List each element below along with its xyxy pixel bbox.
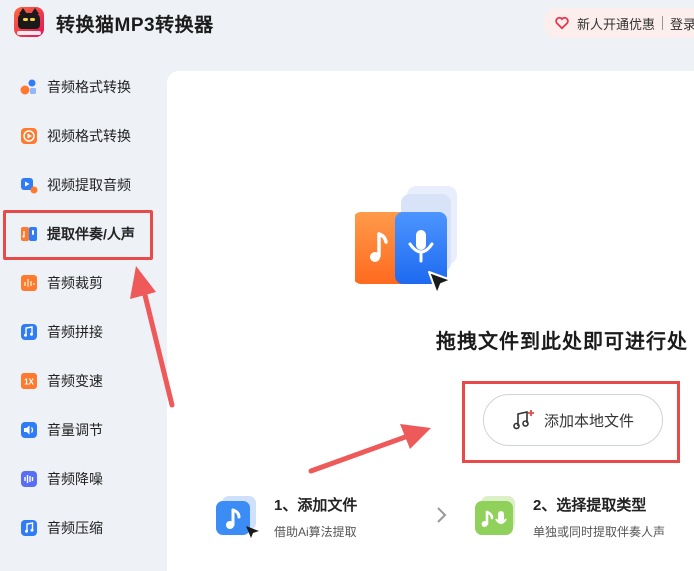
sidebar-item-label: 视频格式转换 xyxy=(47,128,131,144)
audio-merge-icon xyxy=(20,323,38,341)
sidebar-item-video-extract-audio[interactable]: 视频提取音频 xyxy=(0,165,160,205)
drop-zone-hint: 拖拽文件到此处即可进行处 xyxy=(436,331,688,353)
extract-vocal-illustration-icon xyxy=(355,186,457,295)
add-local-file-label: 添加本地文件 xyxy=(543,412,634,430)
sidebar-item-audio-compress[interactable]: 音频压缩 xyxy=(0,508,160,548)
volume-icon xyxy=(20,421,38,439)
chevron-right-icon xyxy=(437,507,447,523)
sidebar-item-label: 音量调节 xyxy=(47,422,103,438)
denoise-icon xyxy=(20,470,38,488)
sidebar-item-volume[interactable]: 音量调节 xyxy=(0,410,160,450)
sidebar-item-audio-format[interactable]: 音频格式转换 xyxy=(0,67,160,107)
audio-compress-icon xyxy=(20,519,38,537)
step-select-type: 2、选择提取类型 单独或同时提取伴奏人声 xyxy=(473,490,694,546)
audio-speed-icon: 1X xyxy=(20,372,38,390)
step-description: 借助Ai算法提取 xyxy=(274,525,357,539)
audio-format-icon xyxy=(20,78,38,96)
speed-badge-text: 1X xyxy=(24,378,34,387)
add-local-file-button[interactable]: 添加本地文件 xyxy=(483,394,663,446)
heart-icon xyxy=(555,16,569,30)
sidebar-item-label: 音频压缩 xyxy=(47,520,103,536)
sidebar-item-audio-cut[interactable]: 音频裁剪 xyxy=(0,263,160,303)
sidebar-item-label: 音频拼接 xyxy=(47,324,103,340)
sidebar-item-audio-speed[interactable]: 1X 音频变速 xyxy=(0,361,160,401)
step-title: 2、选择提取类型 xyxy=(533,497,647,514)
sidebar-item-audio-merge[interactable]: 音频拼接 xyxy=(0,312,160,352)
sidebar-item-label: 音频裁剪 xyxy=(47,275,103,291)
select-type-step-icon xyxy=(475,496,515,535)
title-bar: 转换猫MP3转换器 新人开通优惠 登录/ xyxy=(0,0,694,50)
video-format-icon xyxy=(20,127,38,145)
audio-cut-icon xyxy=(20,274,38,292)
promo-divider xyxy=(662,16,664,30)
sidebar-item-label: 视频提取音频 xyxy=(47,177,131,193)
login-link[interactable]: 登录/ xyxy=(670,14,694,33)
app-title: 转换猫MP3转换器 xyxy=(56,15,214,36)
step-title: 1、添加文件 xyxy=(274,497,358,514)
promo-offer-link[interactable]: 新人开通优惠 xyxy=(577,14,655,33)
video-extract-audio-icon xyxy=(20,176,38,194)
active-item-highlight xyxy=(3,210,153,260)
add-music-icon xyxy=(513,410,534,430)
step-description: 单独或同时提取伴奏人声 xyxy=(533,525,666,539)
promo-banner[interactable]: 新人开通优惠 登录/ xyxy=(543,8,694,38)
add-file-step-icon xyxy=(216,496,259,538)
sidebar-item-label: 音频降噪 xyxy=(47,471,103,487)
app-logo-icon xyxy=(14,7,44,37)
sidebar-item-video-format[interactable]: 视频格式转换 xyxy=(0,116,160,156)
sidebar-item-denoise[interactable]: 音频降噪 xyxy=(0,459,160,499)
sidebar-item-label: 音频格式转换 xyxy=(47,79,131,95)
step-add-file: 1、添加文件 借助Ai算法提取 xyxy=(214,490,414,546)
sidebar-item-label: 音频变速 xyxy=(47,373,103,389)
